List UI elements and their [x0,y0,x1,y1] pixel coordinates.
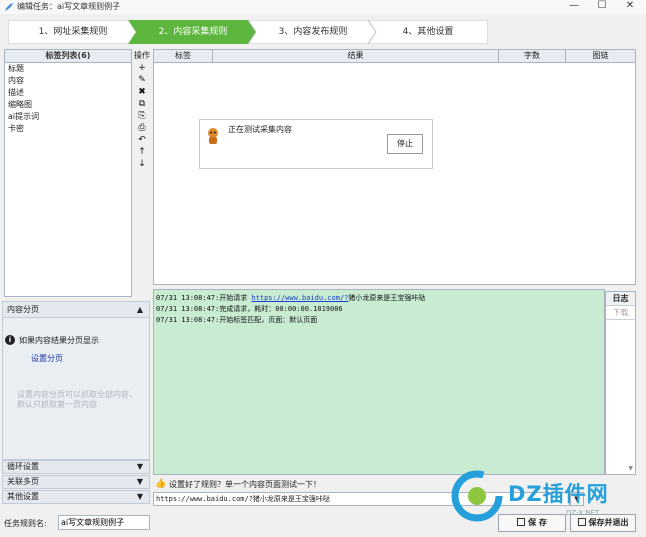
column-header-tag[interactable]: 标签 [154,50,213,63]
log-text: 猪小龙原来是王宝强咔哒 [348,294,426,302]
step-content-rules[interactable]: 2、内容采集规则 [128,20,258,44]
watermark-subtext: DZ-X.NET [566,509,600,517]
related-pages-row[interactable]: 关联多页 ▼ [2,475,150,489]
task-name-label: 任务规则名: [4,519,47,528]
step-label: 4、其他设置 [402,27,454,37]
log-text: 07/31 13:08:47:开始标签匹配，页面：默认页面 [156,316,318,324]
chevron-down-icon: ▼ [136,462,143,471]
step-publish-rules[interactable]: 3、内容发布规则 [248,20,378,44]
maximize-button[interactable]: ☐ [588,0,616,14]
chevron-up-icon[interactable]: ▲ [137,302,143,317]
watermark-text: DZ插件网 [508,482,609,506]
log-line: 07/31 13:08:47:开始标签匹配，页面：默认页面 [156,315,602,326]
set-pagination-link[interactable]: 设置分页 [31,353,63,364]
edit-icon[interactable]: ✎ [133,74,151,86]
stop-button[interactable]: 停止 [387,134,423,154]
log-text: 07/31 13:08:47:开始请求 [156,294,252,302]
task-name-input[interactable] [58,515,150,530]
close-button[interactable]: ✕ [616,0,644,14]
column-header-word-count[interactable]: 字数 [499,50,566,63]
tag-list-panel: 标签列表(6) 标题 内容 描述 缩略图 ai提示词 卡密 [4,49,132,297]
pagination-title: 内容分页 [7,305,39,314]
log-side-tabs: 日志 下载 ▼ [605,291,636,475]
step-url-rules[interactable]: 1、网址采集规则 [8,20,138,44]
copy-icon[interactable]: ⧉ [133,98,151,110]
watermark-logo-icon [451,470,503,522]
tag-item-ai-prompt[interactable]: ai提示词 [5,111,131,123]
mascot-icon [208,128,218,144]
log-output[interactable]: 07/31 13:08:47:开始请求 https://www.baidu.co… [153,289,605,475]
tab-download[interactable]: 下载 [606,306,635,320]
pagination-panel: 内容分页 ▲ i 如果内容结果分页显示 设置分页 设置内容分页可以抓取全部内容，… [2,301,150,460]
tag-item-description[interactable]: 描述 [5,87,131,99]
app-feather-icon [5,3,13,11]
move-down-icon[interactable]: ↓ [133,158,151,170]
operation-toolbar: 操作 + ✎ ✖ ⧉ ⎘ ⎙ ↶ ↑ ↓ [133,49,151,199]
pagination-info: 如果内容结果分页显示 [19,336,99,345]
paste-icon[interactable]: ⎘ [133,110,151,122]
step-label: 1、网址采集规则 [38,27,108,37]
log-text: 07/31 13:08:47:完成请求，耗时：00:00:00.1019006 [156,305,343,313]
step-label: 3、内容发布规则 [278,27,348,37]
hint-text: 设置好了规则？单一个内容页面测试一下！ [169,480,321,489]
export-icon[interactable]: ⎙ [133,122,151,134]
step-label: 2、内容采集规则 [158,27,228,37]
tag-item-content[interactable]: 内容 [5,75,131,87]
thumbs-up-icon: 👍 [155,479,167,489]
operation-title: 操作 [134,51,150,60]
loop-settings-label: 循环设置 [7,462,39,471]
tag-list-header: 标签列表(6) [5,50,131,63]
step-wizard: 1、网址采集规则 2、内容采集规则 3、内容发布规则 4、其他设置 [8,20,488,44]
pagination-header[interactable]: 内容分页 ▲ [3,302,149,318]
delete-icon[interactable]: ✖ [133,86,151,98]
tag-item-card-key[interactable]: 卡密 [5,123,131,135]
move-up-icon[interactable]: ↑ [133,146,151,158]
pagination-note: 设置内容分页可以抓取全部内容，默认只抓取第一页内容 [17,390,137,409]
info-icon: i [5,335,15,345]
column-header-result[interactable]: 结果 [213,50,499,63]
tag-item-thumbnail[interactable]: 缩略图 [5,99,131,111]
loop-settings-row[interactable]: 循环设置 ▼ [2,460,150,474]
undo-icon[interactable]: ↶ [133,134,151,146]
window-title: 编辑任务：ai写文章规则例子 [17,2,121,11]
chevron-down-icon: ▼ [136,477,143,486]
title-bar: 编辑任务：ai写文章规则例子 — ☐ ✕ [0,0,646,14]
column-header-image-link[interactable]: 图链 [566,50,635,63]
related-pages-label: 关联多页 [7,477,39,486]
tag-item-title[interactable]: 标题 [5,63,131,75]
add-icon[interactable]: + [133,62,151,74]
other-settings-row[interactable]: 其他设置 ▼ [2,490,150,504]
chevron-down-icon: ▼ [136,492,143,501]
log-url-link[interactable]: https://www.baidu.com/? [251,294,348,302]
popup-message: 正在测试采集内容 [228,125,292,134]
minimize-button[interactable]: — [560,0,588,14]
log-line: 07/31 13:08:47:完成请求，耗时：00:00:00.1019006 [156,304,602,315]
step-other-settings[interactable]: 4、其他设置 [368,20,488,44]
log-line: 07/31 13:08:47:开始请求 https://www.baidu.co… [156,293,602,304]
testing-popup: 正在测试采集内容 停止 [199,119,433,169]
other-settings-label: 其他设置 [7,492,39,501]
tab-log[interactable]: 日志 [606,292,635,306]
watermark: DZ插件网 DZ-X.NET [444,463,644,533]
